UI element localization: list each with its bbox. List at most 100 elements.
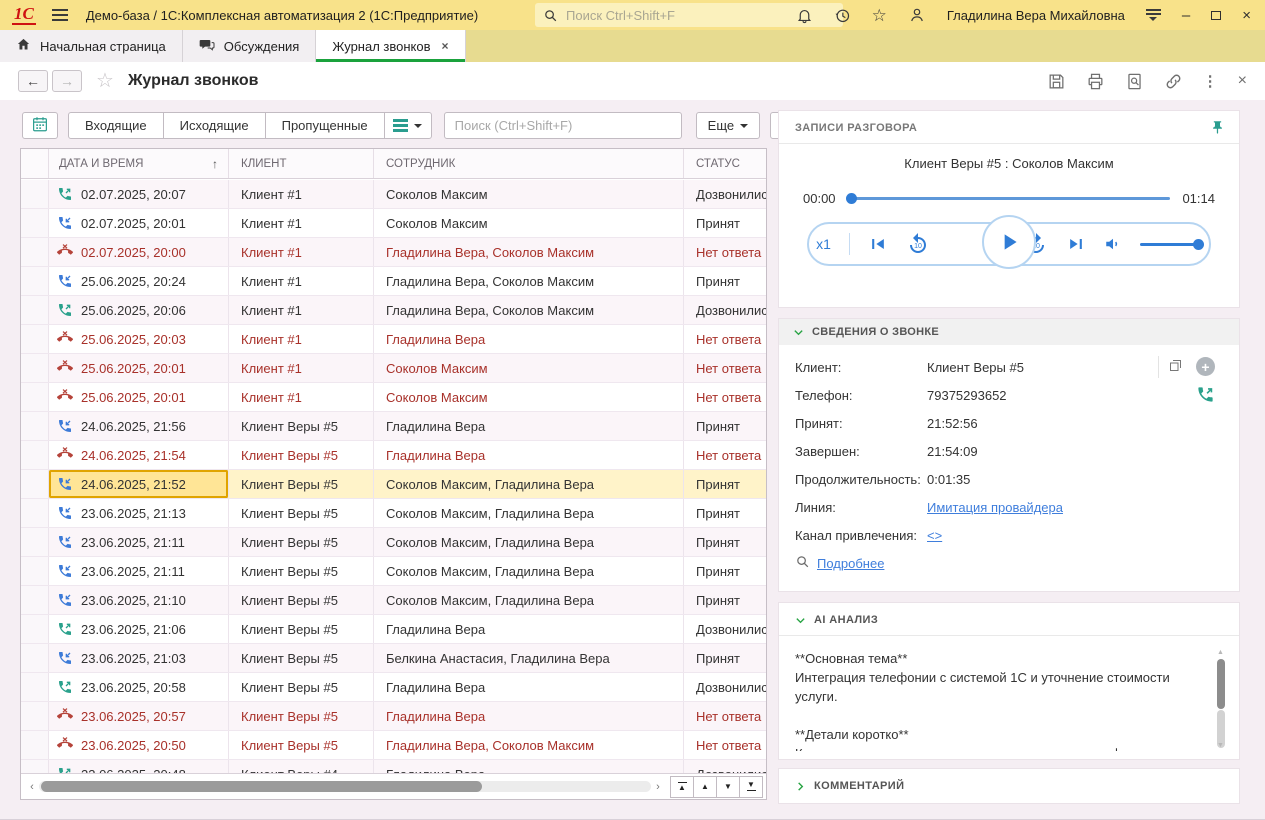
employee-cell[interactable]: Соколов Максим: [374, 354, 684, 382]
table-row[interactable]: 24.06.2025, 21:56 Клиент Веры #5 Гладили…: [21, 412, 766, 441]
client-cell[interactable]: Клиент Веры #5: [229, 470, 374, 498]
status-cell[interactable]: Принят: [684, 412, 766, 440]
employee-cell[interactable]: Соколов Максим, Гладилина Вера: [374, 470, 684, 498]
status-cell[interactable]: Принят: [684, 644, 766, 672]
employee-cell[interactable]: Соколов Максим: [374, 209, 684, 237]
table-row[interactable]: 24.06.2025, 21:54 Клиент Веры #5 Гладили…: [21, 441, 766, 470]
client-cell[interactable]: Клиент #1: [229, 296, 374, 324]
status-cell[interactable]: Нет ответа: [684, 354, 766, 382]
open-in-window-icon[interactable]: [1168, 358, 1183, 376]
current-user[interactable]: Гладилина Вера Михайловна: [947, 8, 1125, 23]
notifications-bell-icon[interactable]: [796, 7, 813, 24]
table-row[interactable]: 02.07.2025, 20:07 Клиент #1 Соколов Макс…: [21, 180, 766, 209]
table-row[interactable]: 25.06.2025, 20:06 Клиент #1 Гладилина Ве…: [21, 296, 766, 325]
client-cell[interactable]: Клиент Веры #5: [229, 702, 374, 730]
employee-cell[interactable]: Гладилина Вера: [374, 441, 684, 469]
column-header-datetime[interactable]: ДАТА И ВРЕМЯ ↑: [49, 149, 229, 178]
table-row[interactable]: 02.07.2025, 20:00 Клиент #1 Гладилина Ве…: [21, 238, 766, 267]
call-phone-icon[interactable]: [1196, 385, 1215, 407]
tab-close-icon[interactable]: ×: [442, 39, 449, 53]
datetime-cell[interactable]: 02.07.2025, 20:07: [49, 180, 229, 208]
client-cell[interactable]: Клиент #1: [229, 238, 374, 266]
datetime-cell[interactable]: 23.06.2025, 20:58: [49, 673, 229, 701]
tab-call-journal[interactable]: Журнал звонков ×: [316, 30, 465, 62]
datetime-cell[interactable]: 25.06.2025, 20:03: [49, 325, 229, 353]
table-row[interactable]: 23.06.2025, 20:48 Клиент Веры #4 Гладили…: [21, 760, 766, 773]
more-button[interactable]: Еще: [696, 112, 760, 139]
client-cell[interactable]: Клиент Веры #5: [229, 528, 374, 556]
status-cell[interactable]: Принят: [684, 209, 766, 237]
client-cell[interactable]: Клиент #1: [229, 383, 374, 411]
filter-outgoing-button[interactable]: Исходящие: [163, 112, 266, 139]
status-cell[interactable]: Дозвонились: [684, 180, 766, 208]
table-row[interactable]: 23.06.2025, 20:58 Клиент Веры #5 Гладили…: [21, 673, 766, 702]
status-cell[interactable]: Принят: [684, 557, 766, 585]
filter-incoming-button[interactable]: Входящие: [68, 112, 164, 139]
table-row[interactable]: 02.07.2025, 20:01 Клиент #1 Соколов Макс…: [21, 209, 766, 238]
datetime-cell[interactable]: 23.06.2025, 21:06: [49, 615, 229, 643]
go-first-row-button[interactable]: ▲: [670, 776, 694, 798]
status-cell[interactable]: Принят: [684, 267, 766, 295]
employee-cell[interactable]: Гладилина Вера: [374, 325, 684, 353]
datetime-cell[interactable]: 25.06.2025, 20:01: [49, 354, 229, 382]
table-row[interactable]: 25.06.2025, 20:01 Клиент #1 Соколов Макс…: [21, 354, 766, 383]
status-cell[interactable]: Дозвонились: [684, 760, 766, 773]
employee-cell[interactable]: Соколов Максим: [374, 180, 684, 208]
table-row[interactable]: 23.06.2025, 20:57 Клиент Веры #5 Гладили…: [21, 702, 766, 731]
client-cell[interactable]: Клиент #1: [229, 180, 374, 208]
client-cell[interactable]: Клиент Веры #5: [229, 673, 374, 701]
scroll-down-icon[interactable]: ▼: [1215, 742, 1226, 749]
column-header-client[interactable]: КЛИЕНТ: [229, 149, 374, 178]
filter-missed-button[interactable]: Пропущенные: [265, 112, 385, 139]
back-button[interactable]: ←: [18, 70, 48, 92]
datetime-cell[interactable]: 23.06.2025, 20:48: [49, 760, 229, 773]
close-window-button[interactable]: ×: [1242, 8, 1251, 23]
status-cell[interactable]: Нет ответа: [684, 731, 766, 759]
table-row[interactable]: 23.06.2025, 21:03 Клиент Веры #5 Белкина…: [21, 644, 766, 673]
table-row[interactable]: 25.06.2025, 20:03 Клиент #1 Гладилина Ве…: [21, 325, 766, 354]
client-cell[interactable]: Клиент #1: [229, 209, 374, 237]
employee-cell[interactable]: Белкина Анастасия, Гладилина Вера: [374, 644, 684, 672]
seek-handle[interactable]: [846, 193, 857, 204]
datetime-cell[interactable]: 24.06.2025, 21:56: [49, 412, 229, 440]
channel-link[interactable]: <>: [927, 528, 942, 543]
scroll-left-icon[interactable]: ‹: [25, 781, 39, 793]
close-form-icon[interactable]: ×: [1238, 72, 1247, 90]
client-cell[interactable]: Клиент #1: [229, 325, 374, 353]
volume-icon[interactable]: [1104, 235, 1122, 253]
tab-discussions[interactable]: Обсуждения: [183, 30, 317, 62]
status-cell[interactable]: Дозвонились: [684, 615, 766, 643]
favorites-star-icon[interactable]: ☆: [872, 7, 887, 24]
column-header-employee[interactable]: СОТРУДНИК: [374, 149, 684, 178]
hscroll-track[interactable]: [39, 781, 651, 792]
tab-home[interactable]: Начальная страница: [0, 30, 183, 62]
datetime-cell[interactable]: 23.06.2025, 21:13: [49, 499, 229, 527]
datetime-cell[interactable]: 23.06.2025, 20:50: [49, 731, 229, 759]
employee-cell[interactable]: Гладилина Вера, Соколов Максим: [374, 296, 684, 324]
add-client-button[interactable]: +: [1196, 357, 1215, 376]
skip-previous-icon[interactable]: [868, 234, 888, 254]
get-link-icon[interactable]: [1164, 72, 1183, 91]
line-link[interactable]: Имитация провайдера: [927, 500, 1063, 515]
status-cell[interactable]: Принят: [684, 499, 766, 527]
pin-icon[interactable]: [1210, 119, 1225, 139]
seek-bar[interactable]: [848, 197, 1171, 200]
list-search-input[interactable]: [453, 117, 673, 134]
table-row[interactable]: 23.06.2025, 21:13 Клиент Веры #5 Соколов…: [21, 499, 766, 528]
ai-section-header[interactable]: AI АНАЛИЗ: [779, 603, 1239, 636]
add-to-favorites-icon[interactable]: ☆: [96, 71, 114, 91]
datetime-cell[interactable]: 24.06.2025, 21:54: [49, 441, 229, 469]
calendar-filter-button[interactable]: [22, 112, 58, 139]
phone-value[interactable]: 79375293652: [927, 388, 1007, 403]
go-last-row-button[interactable]: ▼: [739, 776, 763, 798]
users-icon[interactable]: [908, 6, 926, 24]
datetime-cell[interactable]: 23.06.2025, 21:11: [49, 557, 229, 585]
print-icon[interactable]: [1086, 72, 1105, 91]
client-cell[interactable]: Клиент Веры #5: [229, 644, 374, 672]
datetime-cell[interactable]: 23.06.2025, 21:03: [49, 644, 229, 672]
employee-cell[interactable]: Гладилина Вера: [374, 702, 684, 730]
call-details-section-header[interactable]: СВЕДЕНИЯ О ЗВОНКЕ: [779, 319, 1239, 345]
table-row[interactable]: 25.06.2025, 20:01 Клиент #1 Соколов Макс…: [21, 383, 766, 412]
status-cell[interactable]: Принят: [684, 528, 766, 556]
list-search[interactable]: [444, 112, 682, 139]
